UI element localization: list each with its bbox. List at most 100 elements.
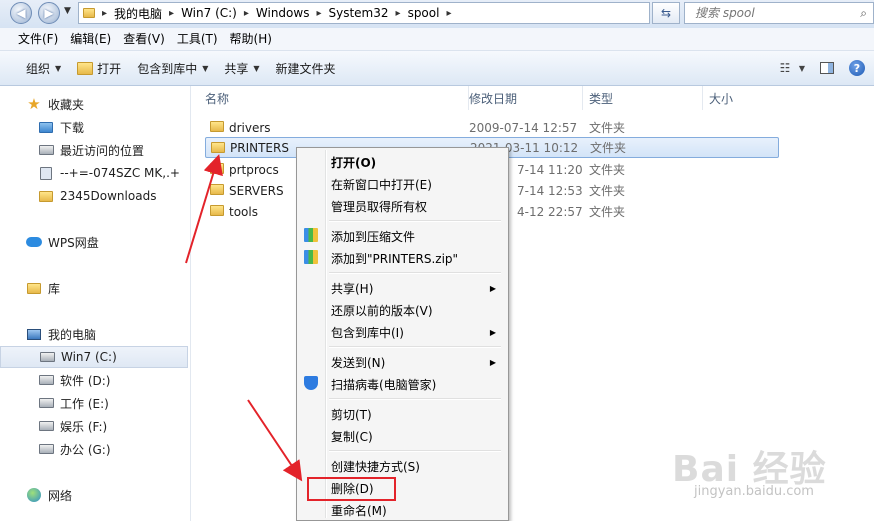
menu-tools[interactable]: 工具(T) <box>171 28 224 50</box>
menu-item-rename[interactable]: 重命名(M) <box>299 499 506 521</box>
breadcrumb-spool[interactable]: spool <box>404 3 444 23</box>
network-icon <box>26 488 42 502</box>
file-type: 文件夹 <box>589 121 626 135</box>
breadcrumb-windows[interactable]: Windows <box>252 3 314 23</box>
breadcrumb-drive-c[interactable]: Win7 (C:) <box>177 3 241 23</box>
column-header-size[interactable]: 大小 <box>703 86 793 110</box>
delete-highlight-box <box>307 477 396 501</box>
menu-item-label: 还原以前的版本(V) <box>331 303 433 318</box>
include-library-label: 包含到库中 <box>137 61 198 76</box>
breadcrumb-separator-icon[interactable]: ▸ <box>393 8 404 19</box>
file-name: PRINTERS <box>230 140 289 155</box>
breadcrumb-separator-icon[interactable]: ▸ <box>99 8 110 19</box>
file-name: prtprocs <box>229 162 279 177</box>
breadcrumb-computer[interactable]: 我的电脑 <box>110 3 166 23</box>
menu-view[interactable]: 查看(V) <box>117 28 171 50</box>
sidebar-item-network[interactable]: 网络 <box>0 484 214 506</box>
breadcrumb-separator-icon[interactable]: ▸ <box>313 8 324 19</box>
folder-icon <box>210 121 224 132</box>
column-header-modified[interactable]: 修改日期 <box>463 86 583 110</box>
menu-item-send-to[interactable]: 发送到(N) ▶ <box>299 351 506 373</box>
history-dropdown-icon[interactable]: ▼ <box>64 6 74 20</box>
organize-label: 组织 <box>26 61 51 76</box>
menu-item-cut[interactable]: 剪切(T) <box>299 403 506 425</box>
back-arrow-icon: ◀ <box>16 6 26 20</box>
breadcrumb-separator-icon[interactable]: ▸ <box>241 8 252 19</box>
menu-item-label: 重命名(M) <box>331 503 387 518</box>
view-tools: ☷ ▼ ? <box>766 51 874 85</box>
column-header-type[interactable]: 类型 <box>583 86 703 110</box>
menu-item-copy[interactable]: 复制(C) <box>299 425 506 447</box>
help-button[interactable]: ? <box>846 57 868 79</box>
menu-item-add-archive[interactable]: 添加到压缩文件 <box>299 225 506 247</box>
chevron-down-icon: ▼ <box>202 63 209 73</box>
navigation-pane: ★ 收藏夹 下载 最近访问的位置 --+=-074SZC MK,.+ 2345D… <box>0 86 191 521</box>
menu-separator <box>329 398 501 400</box>
search-icon[interactable]: ⌕ <box>860 6 867 21</box>
breadcrumb-system32[interactable]: System32 <box>325 3 393 23</box>
system-drive-icon <box>39 350 55 364</box>
menu-item-label: 创建快捷方式(S) <box>331 459 420 474</box>
include-library-button[interactable]: 包含到库中 ▼ <box>129 56 216 80</box>
drive-icon <box>38 419 54 433</box>
back-button[interactable]: ◀ <box>10 2 32 24</box>
sidebar-item-wps[interactable]: WPS网盘 <box>0 231 214 253</box>
menu-item-label: 共享(H) <box>331 281 374 296</box>
new-folder-button[interactable]: 新建文件夹 <box>268 56 344 80</box>
menu-item-label: 扫描病毒(电脑管家) <box>331 377 437 392</box>
menu-separator <box>329 220 501 222</box>
share-button[interactable]: 共享 ▼ <box>216 56 267 80</box>
breadcrumb-separator-icon[interactable]: ▸ <box>166 8 177 19</box>
menu-item-share[interactable]: 共享(H) ▶ <box>299 277 506 299</box>
sidebar-item-favorites[interactable]: ★ 收藏夹 <box>0 93 214 115</box>
shortcut-icon <box>38 166 54 180</box>
file-type: 文件夹 <box>590 141 627 155</box>
file-date: 7-14 11:20 <box>517 162 583 177</box>
drive-icon <box>38 373 54 387</box>
open-button[interactable]: 打开 <box>69 56 129 80</box>
view-mode-icon[interactable]: ☷ <box>774 57 796 79</box>
table-row[interactable]: drivers 2009-07-14 12:57 文件夹 <box>205 117 779 138</box>
menu-item-open[interactable]: 打开(O) <box>299 151 506 173</box>
sidebar-item-library[interactable]: 库 <box>0 277 214 299</box>
archive-icon <box>304 228 318 242</box>
drive-icon <box>38 396 54 410</box>
chevron-down-icon[interactable]: ▼ <box>796 57 808 79</box>
forward-button[interactable]: ▶ <box>38 2 60 24</box>
sidebar-item-computer[interactable]: 我的电脑 <box>0 323 214 345</box>
search-box[interactable]: ⌕ <box>684 2 874 24</box>
menu-item-take-ownership[interactable]: 管理员取得所有权 <box>299 195 506 217</box>
sidebar-item-label: 2345Downloads <box>60 189 157 203</box>
preview-pane-icon[interactable] <box>816 57 838 79</box>
menu-edit[interactable]: 编辑(E) <box>64 28 117 50</box>
search-input[interactable] <box>693 5 857 21</box>
sidebar-item-label: WPS网盘 <box>48 235 99 250</box>
forward-arrow-icon: ▶ <box>44 6 54 20</box>
menu-item-add-zip[interactable]: 添加到"PRINTERS.zip" <box>299 247 506 269</box>
menu-item-label: 添加到"PRINTERS.zip" <box>331 251 459 266</box>
submenu-arrow-icon: ▶ <box>489 357 496 367</box>
sidebar-item-label: 库 <box>48 281 61 296</box>
drive-icon <box>38 442 54 456</box>
refresh-button[interactable]: ⇆ <box>652 2 680 24</box>
cloud-icon <box>26 235 42 249</box>
address-box[interactable]: ▸ 我的电脑 ▸ Win7 (C:) ▸ Windows ▸ System32 … <box>78 2 650 24</box>
menu-file[interactable]: 文件(F) <box>12 28 64 50</box>
sidebar-item-label: --+=-074SZC MK,.+ <box>60 166 180 180</box>
folder-icon <box>210 163 224 174</box>
menu-item-include-library[interactable]: 包含到库中(I) ▶ <box>299 321 506 343</box>
column-header-name[interactable]: 名称 <box>199 86 469 110</box>
menu-item-scan-virus[interactable]: 扫描病毒(电脑管家) <box>299 373 506 395</box>
sidebar-item-drive-c[interactable]: Win7 (C:) <box>0 346 188 368</box>
menu-item-restore[interactable]: 还原以前的版本(V) <box>299 299 506 321</box>
download-folder-icon <box>38 120 54 134</box>
menu-help[interactable]: 帮助(H) <box>224 28 278 50</box>
folder-icon <box>211 142 225 153</box>
menu-item-create-shortcut[interactable]: 创建快捷方式(S) <box>299 455 506 477</box>
submenu-arrow-icon: ▶ <box>489 327 496 337</box>
recent-places-icon <box>38 143 54 157</box>
organize-button[interactable]: 组织 ▼ <box>18 56 69 80</box>
breadcrumb-separator-icon[interactable]: ▸ <box>443 8 454 19</box>
menu-item-open-new-window[interactable]: 在新窗口中打开(E) <box>299 173 506 195</box>
file-type: 文件夹 <box>589 205 626 219</box>
